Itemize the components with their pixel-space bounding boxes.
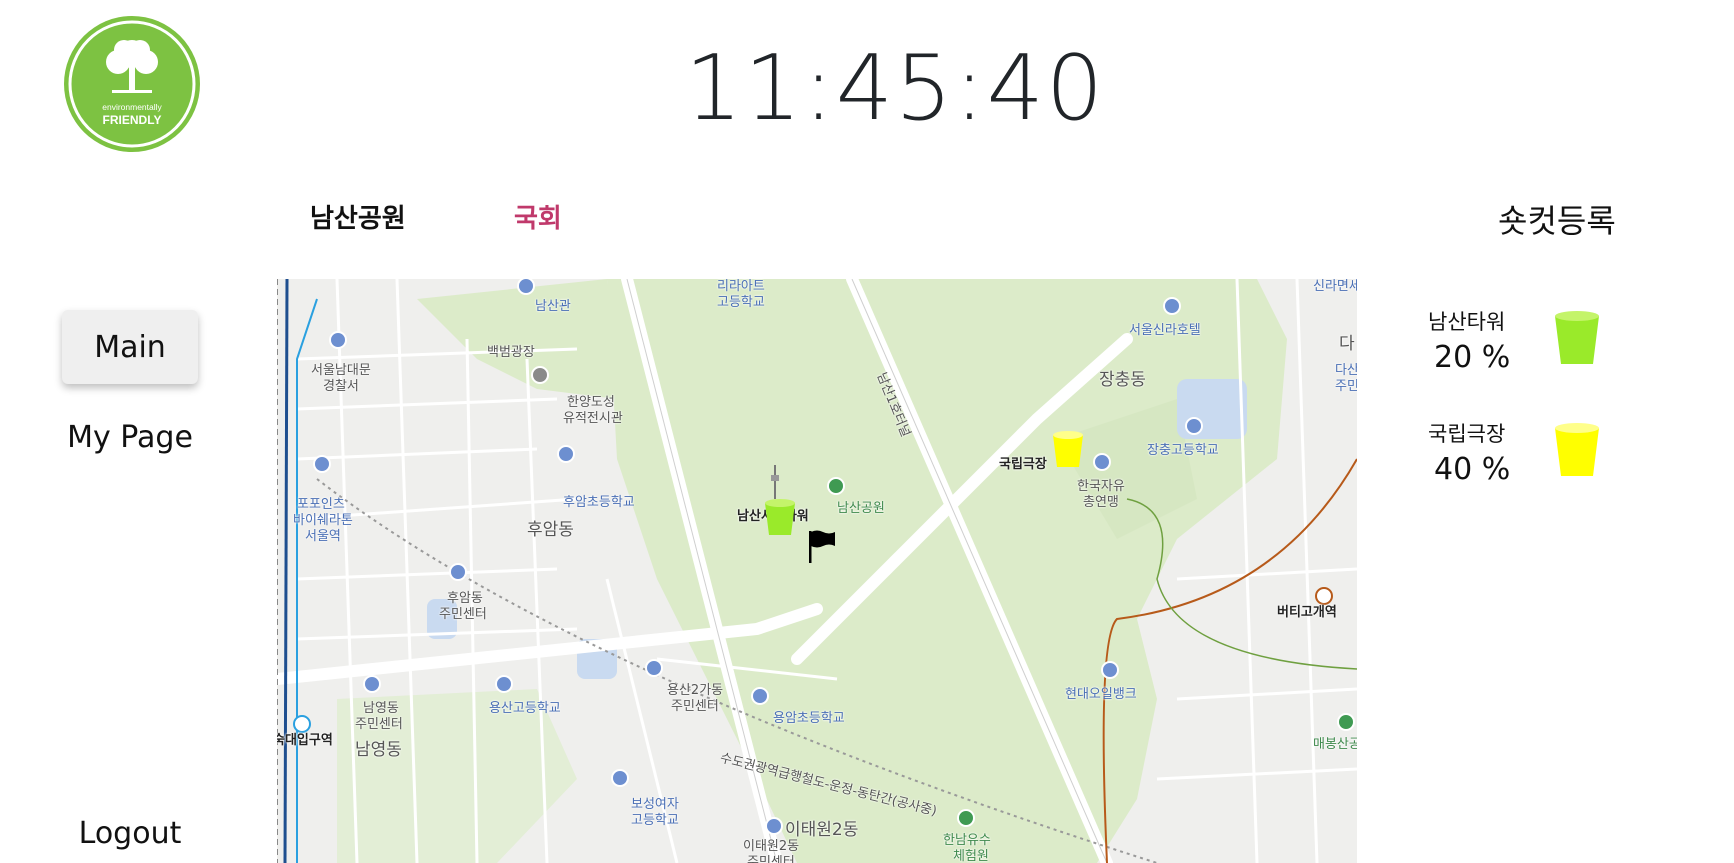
main-button[interactable]: Main (62, 310, 198, 384)
tab-namsan-park[interactable]: 남산공원 (310, 198, 406, 235)
poi-jangchung-high-icon (1185, 417, 1203, 435)
trash-bin-icon (1555, 311, 1599, 364)
map-label-yongam: 용암초등학교 (773, 711, 845, 726)
bin-status-item[interactable]: 남산타워 20 % (1400, 306, 1600, 396)
poi-police-icon (329, 331, 347, 349)
poi-huam-school-icon (557, 445, 575, 463)
map-view[interactable]: 남산관 리라아트 고등학교 백범광장 서울남대문 경찰서 한양도성 유적전시관 … (277, 279, 1357, 863)
map-label-huamdong: 후암동 (527, 520, 574, 540)
bin-name: 남산타워 (1428, 310, 1506, 334)
poi-namsan-park-icon (827, 477, 845, 495)
map-label-yongsan-high: 용산고등학교 (489, 701, 561, 716)
poi-yongsan-high-icon (495, 675, 513, 693)
map-label-hyundai: 현대오일뱅크 (1065, 687, 1137, 702)
flag-icon[interactable] (807, 529, 837, 563)
poi-hotel-icon (313, 455, 331, 473)
map-label-huam-center-2: 주민센터 (439, 607, 487, 622)
map-label-jangchung: 장충동 (1099, 370, 1146, 390)
map-label-namyeongdong: 남영동 (355, 740, 402, 760)
map-label-boseong-2: 고등학교 (631, 813, 679, 828)
poi-huam-center-icon (449, 563, 467, 581)
bin-percent: 20 % (1434, 340, 1511, 375)
mypage-link[interactable]: My Page (62, 420, 198, 455)
poi-shilla-hotel-icon (1163, 297, 1181, 315)
map-label-liraart-2: 고등학교 (717, 295, 765, 310)
shortcut-register-button[interactable]: 숏컷등록 (1498, 196, 1616, 242)
clock-display: 11:45:40 (684, 36, 1106, 141)
map-label-maebong: 매봉산공 (1313, 737, 1357, 752)
poi-kfreedom-icon (1093, 453, 1111, 471)
map-label-butigogae: 버티고개역 (1277, 605, 1337, 620)
bin-marker-national-theater-icon[interactable] (1051, 429, 1085, 469)
map-label-sookdae: 숙대입구역 (277, 733, 333, 748)
map-label-dasan: 다 (1339, 334, 1355, 354)
bin-status-item[interactable]: 국립극장 40 % (1400, 418, 1600, 508)
map-label-hanyang-2: 유적전시관 (563, 411, 623, 426)
bin-percent: 40 % (1434, 452, 1511, 487)
map-label-namyeong-center-2: 주민센터 (355, 717, 403, 732)
map-label-namsangwan: 남산관 (535, 299, 571, 314)
poi-hannam-icon (957, 809, 975, 827)
bin-marker-namsan-tower-icon[interactable] (763, 497, 797, 537)
map-label-shinla-top: 신라면세 (1313, 279, 1357, 294)
map-label-yongsan2-2: 주민센터 (671, 699, 719, 714)
logout-link[interactable]: Logout (62, 816, 198, 851)
trash-bin-icon (1555, 423, 1599, 476)
map-label-police-2: 경찰서 (323, 379, 359, 394)
map-label-itaewon2-center-2: 주민센터 (747, 855, 795, 863)
map-label-sinsang: 다산 (1335, 363, 1357, 378)
poi-boseong-school-icon (611, 769, 629, 787)
poi-itaewon2-icon (765, 817, 783, 835)
map-label-huam-school: 후암초등학교 (563, 495, 635, 510)
map-label-hannam-2: 체험원 (953, 849, 989, 863)
map-label-kfreedom-2: 총연맹 (1083, 495, 1119, 510)
poi-maebong-icon (1337, 713, 1355, 731)
poi-namyeong-center-icon (363, 675, 381, 693)
tower-icon (771, 465, 779, 499)
map-label-national-theater: 국립극장 (999, 457, 1047, 472)
tab-national-assembly[interactable]: 국회 (514, 198, 562, 235)
poi-yongsan2-center-icon (645, 659, 663, 677)
poi-yongam-school-icon (751, 687, 769, 705)
bin-name: 국립극장 (1428, 422, 1506, 446)
map-label-shilla-hotel: 서울신라호텔 (1129, 323, 1201, 338)
map-label-fourpoints-3: 서울역 (305, 529, 341, 544)
poi-hanyang-icon (531, 366, 549, 384)
map-label-jangchung-high: 장충고등학교 (1147, 443, 1219, 458)
map-label-baekbeom: 백범광장 (487, 345, 535, 360)
poi-hyundai-oil-icon (1101, 661, 1119, 679)
map-label-namsan-park: 남산공원 (837, 501, 885, 516)
